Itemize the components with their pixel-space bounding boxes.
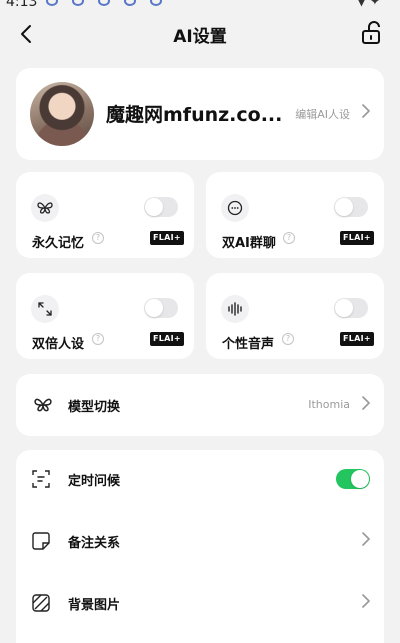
model-name: Ithomia bbox=[308, 398, 350, 411]
flai-plus-badge: FLAI+ bbox=[340, 332, 374, 346]
background-image-row[interactable]: 背景图片 bbox=[16, 574, 384, 634]
note-icon bbox=[30, 530, 52, 552]
butterfly-icon bbox=[29, 391, 57, 419]
help-icon[interactable]: ? bbox=[92, 333, 104, 345]
profile-name: 魔趣网mfunz.co... bbox=[106, 104, 283, 126]
double-persona-toggle[interactable] bbox=[144, 298, 178, 318]
scheduled-greeting-toggle[interactable] bbox=[336, 469, 370, 489]
feature-label: 双倍人设 bbox=[32, 337, 85, 352]
nav-bar: AI设置 bbox=[0, 14, 400, 54]
feature-card-memory: 永久记忆 ? FLAI+ bbox=[16, 172, 194, 258]
lock-button[interactable] bbox=[358, 19, 386, 47]
unlock-icon bbox=[362, 21, 380, 44]
feature-label: 个性音声 bbox=[222, 337, 275, 352]
feature-label: 双AI群聊 bbox=[222, 236, 276, 251]
settings-row-label: 背景图片 bbox=[68, 598, 121, 613]
page-title: AI设置 bbox=[173, 27, 227, 47]
dual-chat-toggle[interactable] bbox=[334, 197, 368, 217]
scan-text-icon bbox=[30, 468, 52, 490]
help-icon[interactable]: ? bbox=[283, 232, 295, 244]
avatar bbox=[30, 82, 94, 146]
settings-row-label: 定时问候 bbox=[68, 474, 121, 489]
chevron-right-icon bbox=[362, 532, 370, 546]
feature-card-dual-chat: 双AI群聊 ? FLAI+ bbox=[206, 172, 384, 258]
help-icon[interactable]: ? bbox=[282, 333, 294, 345]
status-time: 4:13 bbox=[6, 0, 38, 10]
scheduled-greeting-row[interactable]: 定时问候 bbox=[16, 450, 384, 510]
voice-toggle[interactable] bbox=[334, 298, 368, 318]
note-relation-row[interactable]: 备注关系 bbox=[16, 512, 384, 572]
butterfly-icon bbox=[31, 194, 59, 222]
notification-icon bbox=[150, 0, 162, 6]
notification-icon bbox=[72, 0, 84, 6]
settings-list: 定时问候 备注关系 背景图片 bbox=[16, 450, 384, 643]
help-icon[interactable]: ? bbox=[92, 232, 104, 244]
memory-toggle[interactable] bbox=[144, 197, 178, 217]
feature-card-double-persona: 双倍人设 ? FLAI+ bbox=[16, 273, 194, 359]
flai-plus-badge: FLAI+ bbox=[150, 231, 184, 245]
feature-label: 永久记忆 bbox=[32, 236, 85, 251]
flai-plus-badge: FLAI+ bbox=[340, 231, 374, 245]
flai-plus-badge: FLAI+ bbox=[150, 332, 184, 346]
notification-icon bbox=[124, 0, 136, 6]
signal-icon: ▼ ✦ bbox=[356, 0, 380, 8]
striped-square-icon bbox=[30, 592, 52, 614]
status-bar: 4:13 ▼ ✦ bbox=[0, 0, 400, 14]
chevron-right-icon bbox=[362, 594, 370, 608]
model-switch-row[interactable]: 模型切换 Ithomia bbox=[16, 374, 384, 436]
profile-card[interactable]: 魔趣网mfunz.co... 编辑AI人设 bbox=[16, 68, 384, 160]
expand-arrows-icon bbox=[31, 295, 59, 323]
notification-icon bbox=[46, 0, 58, 6]
chevron-right-icon bbox=[362, 104, 370, 118]
notification-icon bbox=[98, 0, 110, 6]
edit-persona-link[interactable]: 编辑AI人设 bbox=[295, 106, 350, 122]
chevron-right-icon bbox=[362, 396, 370, 410]
waveform-icon bbox=[221, 295, 249, 323]
feature-card-voice: 个性音声 ? FLAI+ bbox=[206, 273, 384, 359]
chat-bubbles-icon bbox=[221, 194, 249, 222]
model-switch-label: 模型切换 bbox=[68, 400, 121, 415]
settings-row-label: 备注关系 bbox=[68, 536, 121, 551]
